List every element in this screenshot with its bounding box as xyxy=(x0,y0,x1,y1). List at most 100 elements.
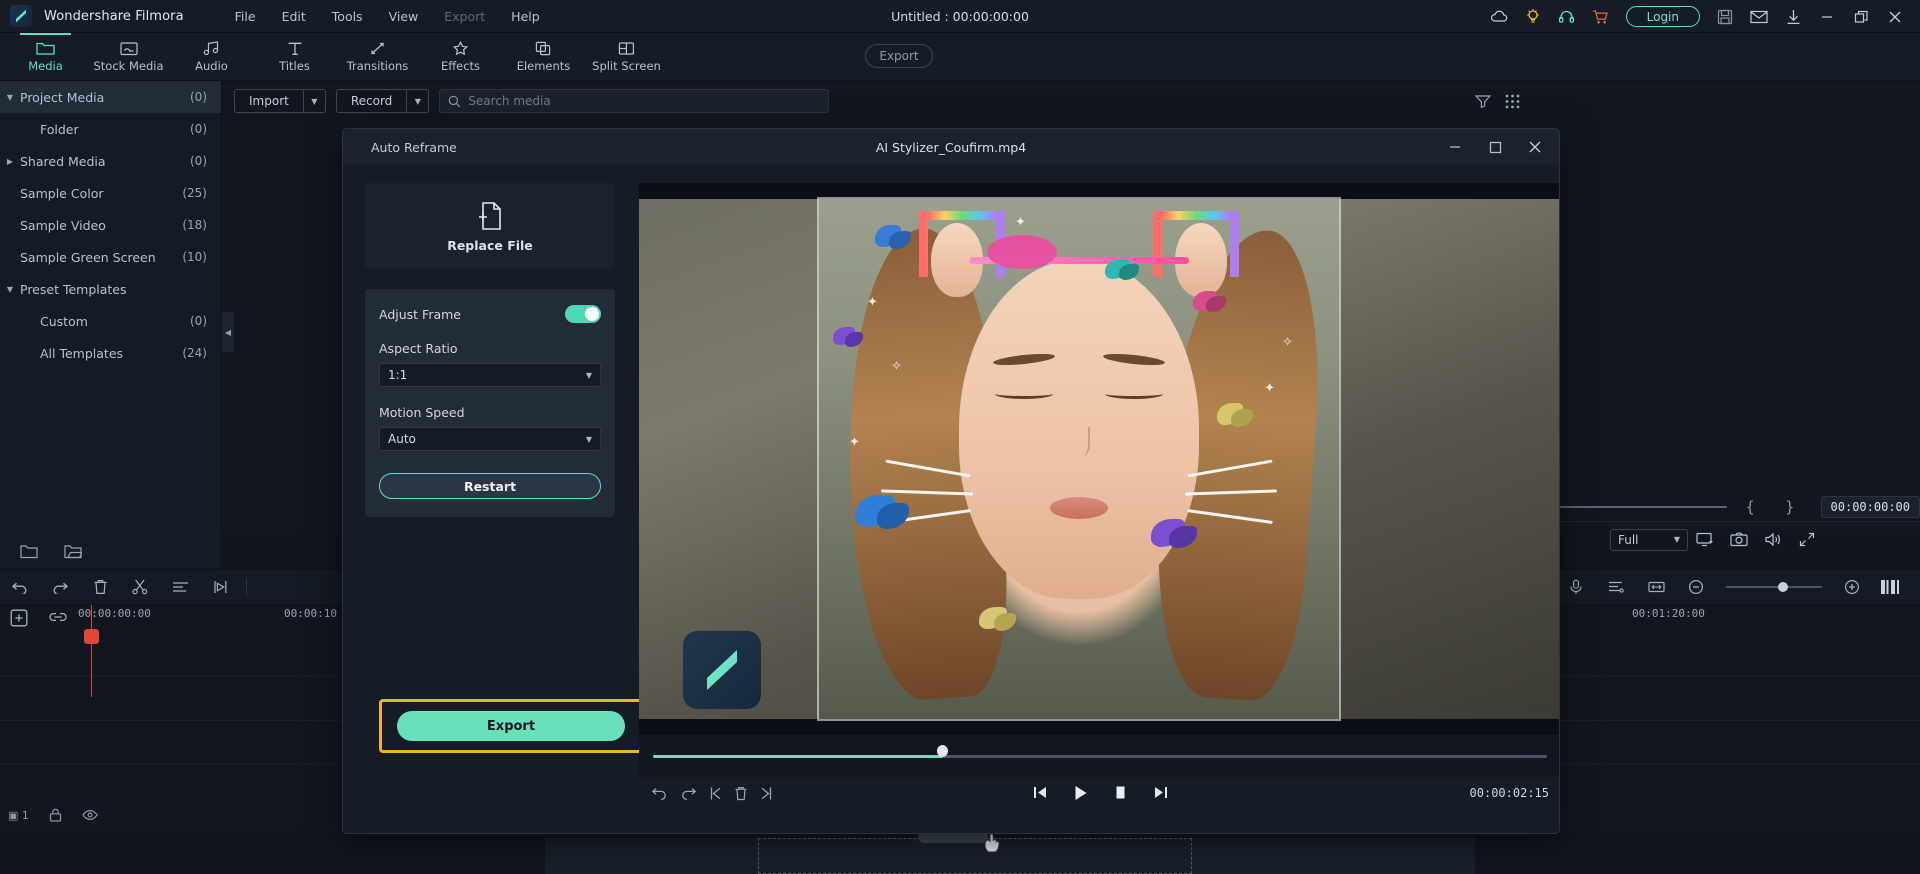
lock-icon[interactable] xyxy=(49,808,62,822)
grid-view-icon[interactable] xyxy=(1505,94,1520,109)
restart-button[interactable]: Restart xyxy=(379,473,601,499)
crop-icon[interactable] xyxy=(160,569,200,605)
mail-icon[interactable] xyxy=(1742,0,1776,33)
playhead[interactable] xyxy=(84,605,99,697)
close-icon[interactable] xyxy=(1878,0,1912,33)
search-input[interactable] xyxy=(468,94,821,108)
delete-icon[interactable] xyxy=(734,786,748,801)
tab-audio[interactable]: Audio xyxy=(170,33,253,81)
tab-split-screen[interactable]: Split Screen xyxy=(585,33,668,81)
play-icon[interactable] xyxy=(1074,785,1088,801)
dialog-close-icon[interactable] xyxy=(1515,129,1555,165)
export-button[interactable]: Export xyxy=(397,711,625,741)
adjust-frame-toggle[interactable] xyxy=(565,305,601,323)
zoom-in-icon[interactable] xyxy=(1832,569,1872,605)
restore-icon[interactable] xyxy=(1844,0,1878,33)
step-forward-icon[interactable] xyxy=(1153,785,1169,801)
sidebar-item-custom[interactable]: Custom (0) xyxy=(0,305,221,337)
sidebar-collapse-arrow[interactable]: ◀ xyxy=(222,312,234,352)
sidebar-item-shared-media[interactable]: ▶ Shared Media (0) xyxy=(0,145,221,177)
speed-icon[interactable] xyxy=(200,569,240,605)
tab-transitions[interactable]: Transitions xyxy=(336,33,419,81)
mark-out-icon[interactable] xyxy=(760,786,773,801)
aspect-ratio-select[interactable]: 1:1 ▼ xyxy=(379,363,601,387)
sidebar-item-sample-green-screen[interactable]: Sample Green Screen (10) xyxy=(0,241,221,273)
sidebar-count: (0) xyxy=(190,122,207,136)
fit-timeline-icon[interactable] xyxy=(1636,569,1676,605)
import-button[interactable]: Import ▼ xyxy=(234,89,326,113)
menu-tools[interactable]: Tools xyxy=(321,5,374,28)
dialog-minimize-icon[interactable] xyxy=(1435,129,1475,165)
tab-effects[interactable]: Effects xyxy=(419,33,502,81)
undo-icon[interactable] xyxy=(651,786,668,801)
export-top-button[interactable]: Export xyxy=(865,44,933,68)
reframe-crop-frame[interactable]: ✦ ✧ ✦ ✧ ✦ ✦ xyxy=(819,199,1339,719)
stop-icon[interactable] xyxy=(1114,785,1127,801)
snapshot-icon[interactable] xyxy=(1722,525,1756,555)
fullscreen-icon[interactable] xyxy=(1790,525,1824,555)
mark-out-icon[interactable]: } xyxy=(1785,498,1795,516)
timeline-zoom-knob[interactable] xyxy=(1778,582,1788,592)
lightbulb-icon[interactable] xyxy=(1516,0,1550,33)
undo-icon[interactable] xyxy=(0,569,40,605)
volume-icon[interactable] xyxy=(1756,525,1790,555)
cloud-icon[interactable] xyxy=(1482,0,1516,33)
export-button-highlight: Export xyxy=(379,699,643,753)
record-button[interactable]: Record ▼ xyxy=(335,89,430,113)
timeline-zoom-slider[interactable] xyxy=(1726,582,1822,592)
sidebar-item-sample-color[interactable]: Sample Color (25) xyxy=(0,177,221,209)
motion-speed-select[interactable]: Auto ▼ xyxy=(379,427,601,451)
audio-mixer-icon[interactable] xyxy=(1596,569,1636,605)
open-folder-icon[interactable] xyxy=(64,544,82,559)
sidebar-label: Folder xyxy=(40,121,79,137)
render-preview-icon[interactable] xyxy=(1872,569,1912,605)
headset-icon[interactable] xyxy=(1550,0,1584,33)
new-folder-icon[interactable] xyxy=(20,544,38,559)
download-icon[interactable] xyxy=(1776,0,1810,33)
zoom-out-icon[interactable] xyxy=(1676,569,1716,605)
player-progress-knob[interactable] xyxy=(937,745,948,757)
cart-icon[interactable] xyxy=(1584,0,1618,33)
tab-elements[interactable]: Elements xyxy=(502,33,585,81)
dialog-maximize-icon[interactable] xyxy=(1475,129,1515,165)
reframe-preview: ✦ ✧ ✦ ✧ ✦ ✦ 00:00:02:15 xyxy=(639,183,1559,800)
mark-in-icon[interactable] xyxy=(709,786,722,801)
sidebar-item-preset-templates[interactable]: ▼ Preset Templates xyxy=(0,273,221,305)
sidebar-item-all-templates[interactable]: All Templates (24) xyxy=(0,337,221,369)
filter-icon[interactable] xyxy=(1475,94,1491,108)
eye-icon[interactable] xyxy=(82,809,98,821)
search-media-box[interactable] xyxy=(439,89,830,113)
stock-media-icon xyxy=(119,40,138,56)
chevron-down-icon[interactable]: ▼ xyxy=(406,90,428,112)
player-seekbar[interactable] xyxy=(639,745,1559,763)
menu-edit[interactable]: Edit xyxy=(271,5,317,28)
add-track-icon[interactable] xyxy=(10,609,28,627)
redo-icon[interactable] xyxy=(680,786,697,801)
menu-file[interactable]: File xyxy=(224,5,267,28)
tab-stock-media[interactable]: Stock Media xyxy=(87,33,170,81)
mic-icon[interactable] xyxy=(1556,569,1596,605)
chevron-down-icon[interactable]: ▼ xyxy=(302,90,325,112)
preview-scrub-track[interactable] xyxy=(1550,506,1728,508)
sidebar-item-sample-video[interactable]: Sample Video (18) xyxy=(0,209,221,241)
quality-select[interactable]: Full ▼ xyxy=(1610,528,1688,551)
link-icon[interactable] xyxy=(48,609,68,627)
replace-file-button[interactable]: Replace File xyxy=(365,183,615,269)
menu-view[interactable]: View xyxy=(378,5,430,28)
step-back-icon[interactable] xyxy=(1032,785,1048,801)
sidebar-item-project-media[interactable]: ▼ Project Media (0) xyxy=(0,81,221,113)
menu-help[interactable]: Help xyxy=(500,5,551,28)
sidebar-item-folder[interactable]: Folder (0) xyxy=(0,113,221,145)
login-button[interactable]: Login xyxy=(1625,6,1700,27)
mark-in-icon[interactable]: { xyxy=(1745,498,1755,516)
delete-icon[interactable] xyxy=(80,569,120,605)
save-icon[interactable] xyxy=(1708,0,1742,33)
split-icon[interactable] xyxy=(120,569,160,605)
minimize-icon[interactable] xyxy=(1810,0,1844,33)
display-settings-icon[interactable] xyxy=(1688,525,1722,555)
redo-icon[interactable] xyxy=(40,569,80,605)
tab-media[interactable]: Media xyxy=(4,32,87,81)
menu-export: Export xyxy=(444,8,486,24)
preview-timecode[interactable]: 00:00:00:00 xyxy=(1820,496,1920,518)
tab-titles[interactable]: Titles xyxy=(253,33,336,81)
